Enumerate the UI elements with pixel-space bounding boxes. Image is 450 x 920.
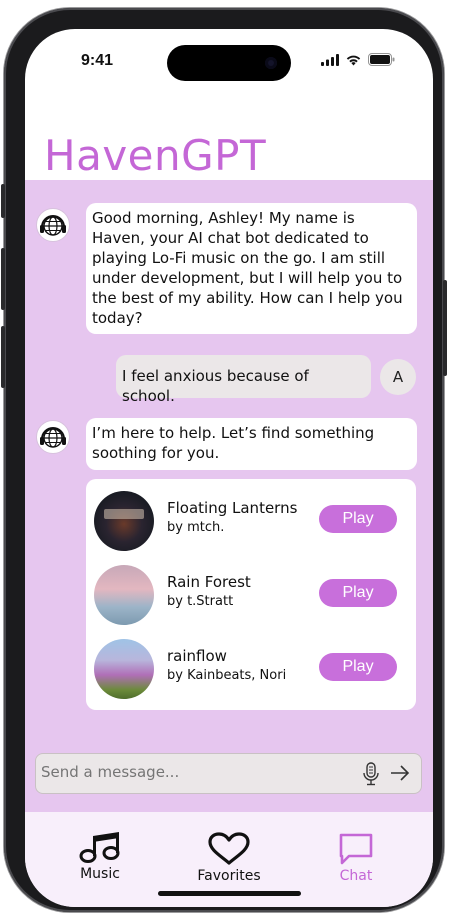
song-item: Floating Lanterns by mtch. Play — [94, 491, 408, 553]
user-avatar: A — [380, 359, 416, 395]
nav-item-chat[interactable]: Chat — [301, 832, 411, 892]
globe-headphones-icon — [40, 215, 66, 236]
song-title: rainflow — [167, 647, 227, 665]
cellular-signal-icon — [321, 53, 339, 66]
album-cover — [94, 491, 154, 551]
phone-frame: 9:41 HavenGPT Good morning, Ashley! My n… — [1, 8, 447, 912]
status-bar: 9:41 — [25, 29, 433, 89]
nav-item-favorites[interactable]: Favorites — [174, 832, 284, 892]
globe-headphones-icon — [40, 427, 66, 448]
arrow-right-icon[interactable] — [389, 763, 411, 783]
app-title: HavenGPT — [44, 131, 267, 180]
microphone-icon[interactable] — [362, 762, 380, 786]
song-artist: by mtch. — [167, 520, 225, 535]
message-input[interactable] — [41, 763, 351, 781]
song-item: rainflow by Kainbeats, Nori Play — [94, 639, 408, 701]
nav-label: Chat — [339, 868, 373, 884]
album-cover — [94, 565, 154, 625]
album-cover — [94, 639, 154, 699]
chat-bubble-icon — [339, 833, 373, 865]
play-button[interactable]: Play — [319, 579, 397, 607]
song-title: Rain Forest — [167, 573, 251, 591]
volume-down-button — [1, 326, 5, 388]
bot-avatar — [36, 420, 70, 454]
action-button — [1, 184, 5, 218]
wifi-icon — [346, 55, 361, 65]
nav-label: Favorites — [197, 868, 261, 884]
song-item: Rain Forest by t.Stratt Play — [94, 565, 408, 627]
heart-icon — [208, 832, 250, 865]
song-list: Floating Lanterns by mtch. Play Rain For… — [86, 479, 416, 710]
home-indicator[interactable] — [158, 891, 301, 896]
status-icons — [321, 53, 395, 66]
camera-icon — [265, 57, 277, 69]
play-button[interactable]: Play — [319, 653, 397, 681]
message-input-bar — [35, 753, 422, 794]
nav-item-music[interactable]: Music — [45, 832, 155, 892]
song-artist: by Kainbeats, Nori — [167, 668, 287, 683]
bot-avatar — [36, 208, 70, 242]
bot-message: Good morning, Ashley! My name is Haven, … — [86, 203, 417, 334]
song-title: Floating Lanterns — [167, 499, 298, 517]
dynamic-island — [167, 45, 291, 81]
status-time: 9:41 — [81, 52, 114, 69]
music-note-icon — [79, 832, 120, 863]
power-button — [443, 280, 447, 376]
user-message: I feel anxious because of school. — [116, 355, 371, 405]
battery-icon — [368, 53, 395, 66]
album-cover-art — [104, 509, 144, 519]
nav-label: Music — [80, 866, 120, 882]
song-artist: by t.Stratt — [167, 594, 234, 609]
chat-area: Good morning, Ashley! My name is Haven, … — [25, 180, 433, 812]
bot-message: I’m here to help. Let’s find something s… — [86, 418, 417, 470]
volume-up-button — [1, 248, 5, 310]
screen: 9:41 HavenGPT Good morning, Ashley! My n… — [25, 29, 433, 907]
play-button[interactable]: Play — [319, 505, 397, 533]
